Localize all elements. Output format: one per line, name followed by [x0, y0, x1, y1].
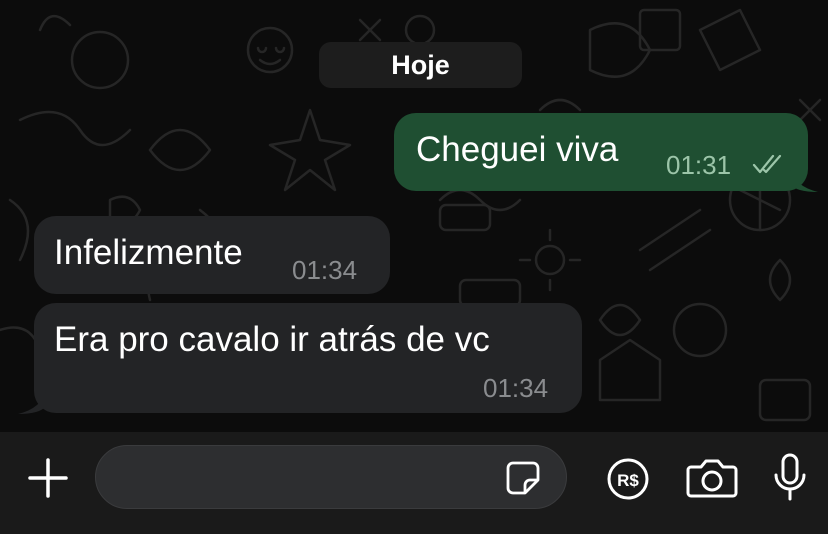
- message-text: Era pro cavalo ir atrás de vc: [54, 320, 490, 359]
- message-text: Cheguei viva: [416, 130, 619, 169]
- date-separator: Hoje: [319, 42, 522, 88]
- outgoing-message-bubble[interactable]: Cheguei viva 01:31: [394, 113, 808, 191]
- message-composer: R$: [0, 432, 828, 534]
- incoming-message-bubble[interactable]: Infelizmente 01:34: [34, 216, 390, 294]
- outgoing-bubble-tail: [790, 168, 818, 192]
- payment-reais-icon[interactable]: R$: [605, 456, 651, 502]
- chat-screen: Hoje Cheguei viva 01:31 Infelizmente 01:…: [0, 0, 828, 534]
- microphone-icon[interactable]: [770, 452, 810, 504]
- date-separator-label: Hoje: [391, 49, 450, 80]
- double-check-icon: [752, 154, 782, 174]
- camera-icon[interactable]: [686, 456, 738, 500]
- incoming-bubble-tail: [18, 390, 46, 414]
- message-time: 01:34: [292, 255, 358, 285]
- message-time: 01:31: [666, 150, 732, 180]
- message-time: 01:34: [483, 373, 549, 403]
- sticker-icon[interactable]: [503, 458, 543, 498]
- message-input[interactable]: [95, 445, 567, 509]
- payment-label: R$: [617, 471, 639, 490]
- plus-icon[interactable]: [24, 454, 72, 502]
- incoming-message-bubble[interactable]: Era pro cavalo ir atrás de vc 01:34: [34, 303, 582, 413]
- message-text: Infelizmente: [54, 233, 243, 272]
